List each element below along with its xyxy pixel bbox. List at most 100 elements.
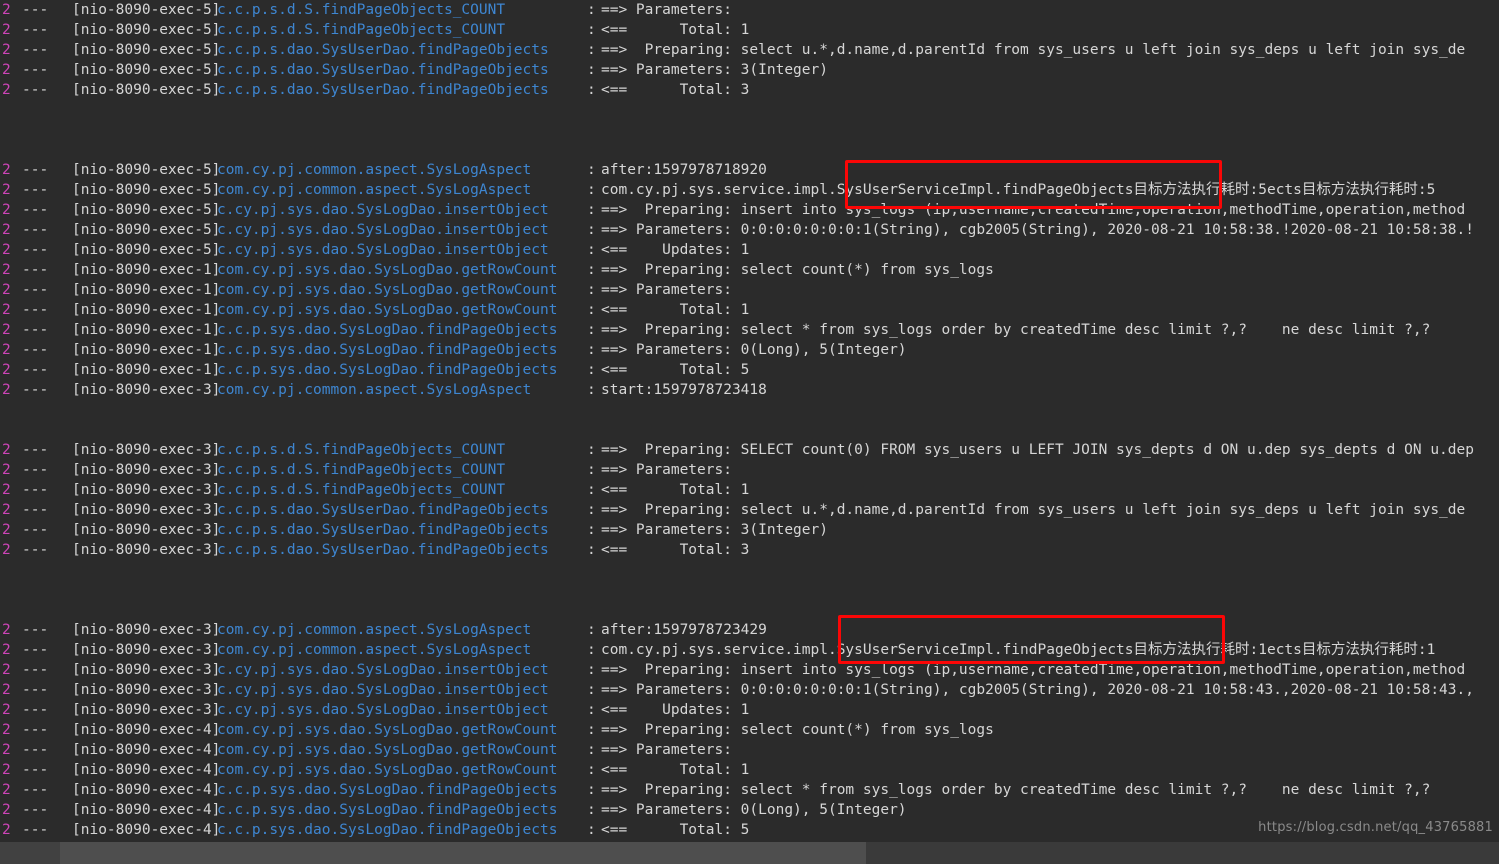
log-line: 2 --- [nio-8090-exec-3] c.c.p.s.d.S.findPag… [0,480,1499,500]
log-line: 2 --- [nio-8090-exec-1] c.c.p.sys.dao.SysLo… [0,340,1499,360]
log-thread: [nio-8090-exec-3] [72,482,221,498]
log-logger-name: c.c.p.s.d.S.findPageObjects_COUNT [217,462,506,478]
log-line: 2 --- [nio-8090-exec-4] com.cy.pj.sys.dao.S… [0,720,1499,740]
log-message: <== Total: 1 [601,302,750,318]
log-message: ==> Preparing: SELECT count(0) FROM sys_… [601,442,1474,458]
log-line: 2 --- [nio-8090-exec-3] c.c.p.s.d.S.findPag… [0,440,1499,460]
log-logger-name: c.c.p.sys.dao.SysLogDao.findPageObjects [217,362,558,378]
log-colon: : [587,342,596,358]
log-line: 2 --- [nio-8090-exec-1] c.c.p.sys.dao.SysLo… [0,360,1499,380]
log-separator: --- [22,342,49,358]
log-blank-line [0,100,1499,120]
log-separator: --- [22,782,49,798]
log-logger-name: com.cy.pj.common.aspect.SysLogAspect [217,642,532,658]
log-colon: : [587,822,596,838]
log-separator: --- [22,522,49,538]
log-separator: --- [22,222,49,238]
log-timestamp: 2 [2,762,11,778]
log-separator: --- [22,442,49,458]
log-separator: --- [22,242,49,258]
scrollbar-thumb[interactable] [60,842,866,864]
log-line: 2 --- [nio-8090-exec-3] c.cy.pj.sys.dao.Sys… [0,680,1499,700]
log-blank-line [0,580,1499,600]
log-thread: [nio-8090-exec-3] [72,462,221,478]
scrollbar-track-left[interactable] [0,842,60,864]
log-colon: : [587,222,596,238]
log-line: 2 --- [nio-8090-exec-3] com.cy.pj.common.as… [0,620,1499,640]
log-blank-line [0,560,1499,580]
log-separator: --- [22,382,49,398]
log-colon: : [587,682,596,698]
log-timestamp: 2 [2,342,11,358]
log-timestamp: 2 [2,482,11,498]
log-timestamp: 2 [2,522,11,538]
log-timestamp: 2 [2,382,11,398]
log-line: 2 --- [nio-8090-exec-5] c.c.p.s.d.S.findPag… [0,0,1499,20]
log-message: ==> Preparing: select * from sys_logs or… [601,782,1431,798]
log-line: 2 --- [nio-8090-exec-4] c.c.p.sys.dao.SysLo… [0,800,1499,820]
log-thread: [nio-8090-exec-4] [72,822,221,838]
log-message: <== Updates: 1 [601,242,750,258]
log-logger-name: c.c.p.s.dao.SysUserDao.findPageObjects [217,542,549,558]
log-separator: --- [22,742,49,758]
log-timestamp: 2 [2,22,11,38]
log-thread: [nio-8090-exec-5] [72,222,221,238]
log-message: ==> Parameters: [601,2,732,18]
log-colon: : [587,502,596,518]
log-logger-name: c.cy.pj.sys.dao.SysLogDao.insertObject [217,222,549,238]
log-thread: [nio-8090-exec-5] [72,2,221,18]
log-separator: --- [22,22,49,38]
horizontal-scrollbar[interactable] [0,842,1499,864]
log-logger-name: c.c.p.s.d.S.findPageObjects_COUNT [217,2,506,18]
log-logger-name: com.cy.pj.common.aspect.SysLogAspect [217,622,532,638]
log-blank-line [0,420,1499,440]
log-separator: --- [22,482,49,498]
log-timestamp: 2 [2,42,11,58]
log-message: ==> Parameters: [601,742,732,758]
log-logger-name: c.c.p.sys.dao.SysLogDao.findPageObjects [217,322,558,338]
log-message: ==> Preparing: insert into sys_logs (ip,… [601,202,1466,218]
log-colon: : [587,462,596,478]
log-message: ==> Preparing: select u.*,d.name,d.paren… [601,502,1466,518]
log-thread: [nio-8090-exec-4] [72,762,221,778]
log-separator: --- [22,282,49,298]
log-message: ==> Parameters: [601,282,732,298]
log-separator: --- [22,182,49,198]
log-logger-name: com.cy.pj.sys.dao.SysLogDao.getRowCount [217,282,558,298]
log-colon: : [587,62,596,78]
log-thread: [nio-8090-exec-3] [72,642,221,658]
console-log-output[interactable]: 2 --- [nio-8090-exec-5] c.c.p.s.d.S.findPag… [0,0,1499,840]
log-timestamp: 2 [2,682,11,698]
log-separator: --- [22,202,49,218]
log-timestamp: 2 [2,202,11,218]
scrollbar-track-right[interactable] [866,842,1499,864]
log-message: <== Total: 1 [601,762,750,778]
log-colon: : [587,22,596,38]
log-message: <== Updates: 1 [601,702,750,718]
log-thread: [nio-8090-exec-3] [72,382,221,398]
log-message: <== Total: 3 [601,82,750,98]
log-logger-name: c.c.p.s.dao.SysUserDao.findPageObjects [217,502,549,518]
log-message: ==> Preparing: select count(*) from sys_… [601,722,994,738]
log-timestamp: 2 [2,82,11,98]
log-separator: --- [22,42,49,58]
log-message: ==> Preparing: select u.*,d.name,d.paren… [601,42,1466,58]
log-line: 2 --- [nio-8090-exec-3] c.c.p.s.dao.SysUser… [0,520,1499,540]
log-message: ==> Parameters: 0:0:0:0:0:0:0:1(String),… [601,682,1474,698]
log-separator: --- [22,762,49,778]
log-timestamp: 2 [2,222,11,238]
log-line: 2 --- [nio-8090-exec-5] com.cy.pj.common.as… [0,160,1499,180]
log-blank-line [0,140,1499,160]
log-message: after:1597978718920 [601,162,767,178]
log-line: 2 --- [nio-8090-exec-1] com.cy.pj.sys.dao.S… [0,280,1499,300]
log-timestamp: 2 [2,722,11,738]
log-logger-name: c.c.p.sys.dao.SysLogDao.findPageObjects [217,342,558,358]
log-logger-name: com.cy.pj.common.aspect.SysLogAspect [217,382,532,398]
log-thread: [nio-8090-exec-3] [72,442,221,458]
log-logger-name: c.c.p.s.d.S.findPageObjects_COUNT [217,482,506,498]
log-line: 2 --- [nio-8090-exec-5] c.c.p.s.d.S.findPag… [0,20,1499,40]
log-message: ==> Parameters: 0:0:0:0:0:0:0:1(String),… [601,222,1474,238]
log-line: 2 --- [nio-8090-exec-3] c.c.p.s.dao.SysUser… [0,540,1499,560]
log-thread: [nio-8090-exec-3] [72,522,221,538]
log-thread: [nio-8090-exec-5] [72,202,221,218]
